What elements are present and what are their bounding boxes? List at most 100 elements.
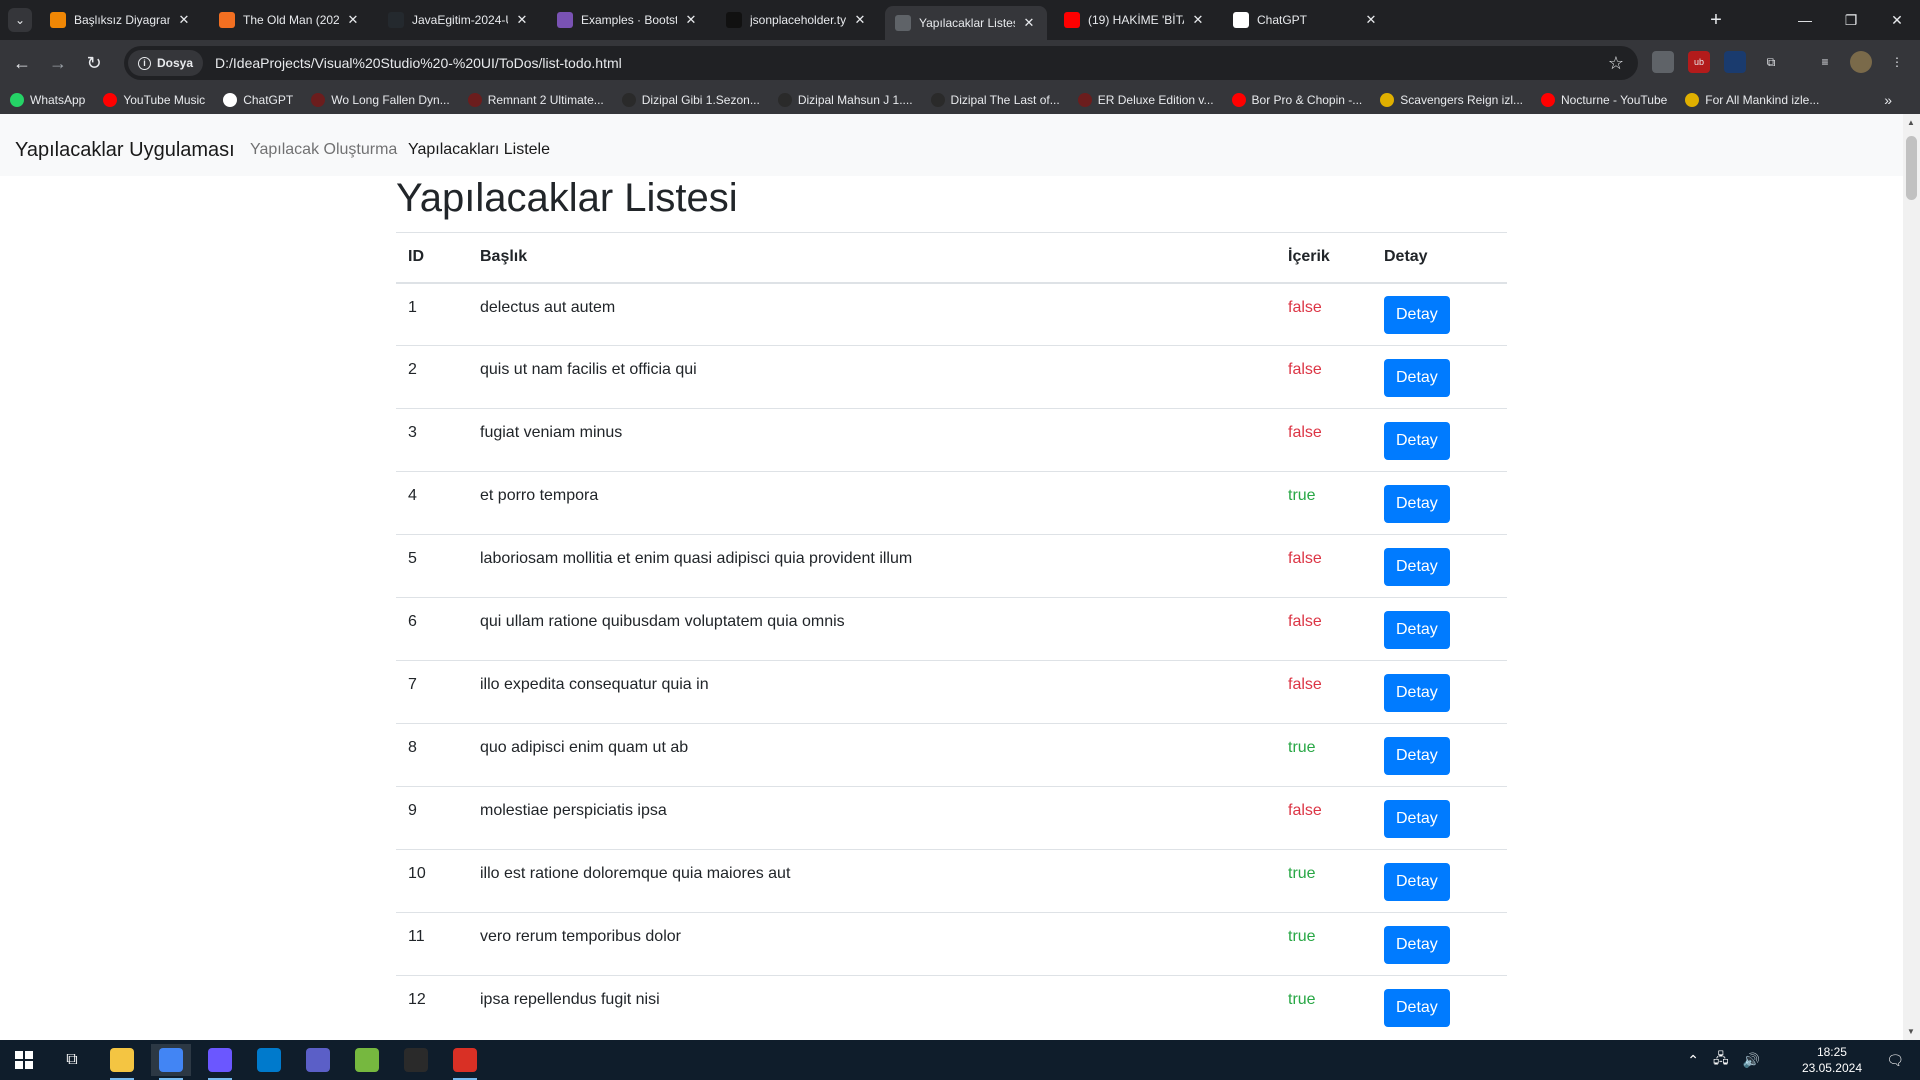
tab-4[interactable]: Examples · Bootstrap v5.3 ✕ [547, 6, 709, 34]
taskbar-app-1[interactable] [102, 1044, 142, 1080]
extension-icon[interactable] [1652, 51, 1674, 73]
close-tab-icon[interactable]: ✕ [852, 12, 868, 28]
detail-button[interactable]: Detay [1384, 296, 1450, 335]
bookmark-item[interactable]: ER Deluxe Edition v... [1077, 93, 1214, 107]
youtube-icon [1064, 12, 1080, 28]
page-scrollbar[interactable]: ▲ ▼ [1903, 114, 1920, 1040]
nav-create-todo[interactable]: Yapılacak Oluşturma [250, 141, 397, 159]
tab-2[interactable]: The Old Man (2022) - Turk ✕ [209, 6, 371, 34]
close-tab-icon[interactable]: ✕ [176, 12, 192, 28]
cell-id: 4 [396, 471, 468, 535]
detail-button[interactable]: Detay [1384, 926, 1450, 964]
tab-6[interactable]: Yapılacaklar Listesi ✕ [885, 6, 1047, 40]
taskbar-app-4[interactable] [249, 1044, 289, 1076]
detail-button[interactable]: Detay [1384, 485, 1450, 523]
detail-button[interactable]: Detay [1384, 422, 1450, 460]
bookmark-item[interactable]: Wo Long Fallen Dyn... [311, 93, 450, 107]
tab-5[interactable]: jsonplaceholder.typicode. ✕ [716, 6, 878, 34]
taskbar-app-5[interactable] [298, 1044, 338, 1076]
tab-1[interactable]: Başlıksız Diyagram - draw ✕ [40, 6, 202, 34]
close-tab-icon[interactable]: ✕ [1021, 15, 1037, 31]
table-row: 7 illo expedita consequatur quia in false D… [396, 660, 1507, 724]
kebab-menu-icon[interactable]: ⋮ [1886, 51, 1908, 73]
tab-search-button[interactable]: ⌄ [8, 8, 32, 32]
forward-button[interactable]: → [44, 49, 72, 77]
windows-start-button[interactable] [4, 1044, 44, 1076]
volume-icon[interactable]: 🔊 [1743, 1052, 1760, 1069]
taskbar-clock[interactable]: 18:25 23.05.2024 [1802, 1044, 1862, 1076]
close-window-button[interactable]: ✕ [1874, 0, 1920, 40]
cell-detail: Detay [1372, 345, 1507, 409]
taskbar-app-3[interactable] [200, 1044, 240, 1080]
back-button[interactable]: ← [8, 49, 36, 77]
taskbar-app-6[interactable] [347, 1044, 387, 1076]
bookmark-label: Nocturne - YouTube [1561, 93, 1668, 107]
bookmark-item[interactable]: YouTube Music [103, 93, 205, 107]
minimize-button[interactable]: — [1782, 0, 1828, 40]
bookmark-star-icon[interactable]: ☆ [1608, 53, 1624, 74]
detail-button[interactable]: Detay [1384, 800, 1450, 838]
ublock-icon[interactable]: ub [1688, 51, 1710, 73]
tab-8[interactable]: ChatGPT ✕ [1223, 6, 1389, 34]
tab-3[interactable]: JavaEgitim-2024-UI/javas ✕ [378, 6, 540, 34]
cell-title: quis ut nam facilis et officia qui [468, 345, 1276, 409]
media-queue-icon[interactable]: ≡ [1814, 51, 1836, 73]
detail-button[interactable]: Detay [1384, 989, 1450, 1028]
bookmark-item[interactable]: ChatGPT [223, 93, 293, 107]
bookmark-item[interactable]: Bor Pro & Chopin -... [1231, 93, 1362, 107]
task-view-button[interactable]: ⧉ [52, 1044, 92, 1076]
site-info-chip[interactable]: i Dosya [128, 50, 204, 76]
bookmark-favicon-icon [930, 93, 945, 107]
network-icon[interactable]: 🖧 [1713, 1048, 1729, 1072]
close-tab-icon[interactable]: ✕ [683, 12, 699, 28]
bookmark-item[interactable]: Dizipal Gibi 1.Sezon... [621, 93, 760, 107]
profile-avatar[interactable] [1850, 51, 1872, 73]
restore-button[interactable]: ❐ [1828, 0, 1874, 40]
detail-button[interactable]: Detay [1384, 359, 1450, 397]
chevron-up-icon[interactable]: ⌃ [1687, 1052, 1699, 1069]
notification-center-button[interactable]: 🗨 [1886, 1040, 1904, 1080]
info-icon: i [138, 56, 151, 70]
extension-2-icon[interactable] [1724, 51, 1746, 73]
bookmark-item[interactable]: Scavengers Reign izl... [1380, 93, 1523, 107]
detail-button[interactable]: Detay [1384, 674, 1450, 712]
close-tab-icon[interactable]: ✕ [514, 12, 530, 28]
address-bar[interactable]: i Dosya D:/IdeaProjects/Visual%20Studio%… [124, 46, 1638, 80]
taskbar-app-7[interactable] [396, 1044, 436, 1076]
bookmark-item[interactable]: Nocturne - YouTube [1541, 93, 1667, 107]
bookmark-item[interactable]: WhatsApp [10, 93, 85, 107]
bookmark-item[interactable]: Dizipal Mahsun J 1.... [777, 93, 913, 107]
taskbar-app-2[interactable] [151, 1044, 191, 1080]
nav-list-todos[interactable]: Yapılacakları Listele [408, 141, 550, 159]
detail-button[interactable]: Detay [1384, 863, 1450, 901]
chevron-double-right-icon[interactable]: » [1884, 92, 1892, 108]
bookmark-item[interactable]: For All Mankind izle... [1685, 93, 1819, 107]
close-tab-icon[interactable]: ✕ [1363, 12, 1379, 28]
scroll-up-arrow-icon[interactable]: ▲ [1907, 118, 1915, 127]
cell-id: 9 [396, 786, 468, 850]
tab-7[interactable]: (19) HAKİME 'BİTANEM' | ✕ [1054, 6, 1216, 34]
close-tab-icon[interactable]: ✕ [345, 12, 361, 28]
taskbar-app-8[interactable] [445, 1044, 485, 1080]
app-brand[interactable]: Yapılacaklar Uygulaması [15, 139, 235, 162]
detail-button[interactable]: Detay [1384, 737, 1450, 775]
close-tab-icon[interactable]: ✕ [1190, 12, 1206, 28]
table-row: 9 molestiae perspiciatis ipsa false Detay [396, 786, 1507, 850]
close-icon: ✕ [1891, 11, 1903, 28]
reload-button[interactable]: ↻ [80, 49, 108, 77]
scrollbar-thumb[interactable] [1906, 136, 1917, 200]
scroll-down-arrow-icon[interactable]: ▼ [1907, 1027, 1915, 1036]
cell-detail: Detay [1372, 975, 1507, 1039]
url-text[interactable]: D:/IdeaProjects/Visual%20Studio%20-%20UI… [215, 55, 622, 71]
bookmark-favicon-icon [1541, 93, 1555, 107]
bookmark-item[interactable]: Remnant 2 Ultimate... [467, 93, 604, 107]
turkanime-icon [219, 12, 235, 28]
detail-button[interactable]: Detay [1384, 548, 1450, 586]
bookmark-label: Scavengers Reign izl... [1400, 93, 1523, 107]
cell-id: 10 [396, 849, 468, 913]
new-tab-button[interactable]: + [1704, 8, 1728, 32]
cell-title: illo expedita consequatur quia in [468, 660, 1276, 724]
extensions-puzzle-icon[interactable]: ⧉ [1760, 51, 1782, 73]
detail-button[interactable]: Detay [1384, 611, 1450, 649]
bookmark-item[interactable]: Dizipal The Last of... [930, 93, 1060, 107]
